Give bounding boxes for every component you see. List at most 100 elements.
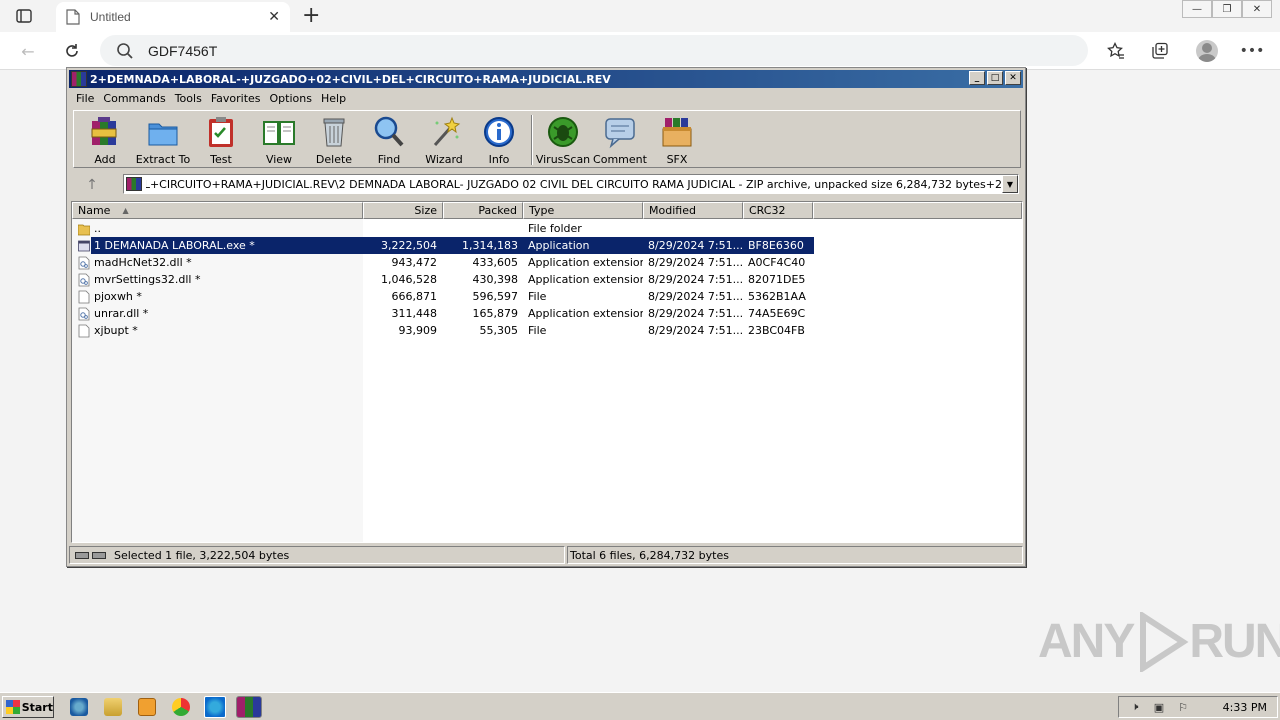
column-size[interactable]: Size — [363, 202, 443, 219]
info-button[interactable]: Info — [471, 115, 527, 167]
file-row[interactable]: xjbupt * 93,909 55,305 File 8/29/2024 7:51..… — [72, 322, 813, 339]
cell-size — [363, 220, 443, 237]
menu-tools[interactable]: Tools — [175, 92, 202, 105]
chrome-icon[interactable] — [172, 698, 190, 716]
dll-file-icon — [78, 307, 90, 320]
wizard-button[interactable]: Wizard — [416, 115, 472, 167]
search-icon — [117, 42, 133, 59]
cell-packed — [443, 220, 523, 237]
test-button[interactable]: Test — [193, 115, 249, 167]
volume-icon[interactable]: 🕨 — [1127, 700, 1143, 714]
cell-modified — [643, 220, 743, 237]
winrar-minimize-icon[interactable]: _ — [969, 71, 985, 85]
cell-crc32: BF8E6360 — [748, 239, 804, 252]
taskbar: Start 🕨 ▣ ⚐ 4:33 PM — [0, 692, 1280, 720]
file-explorer-icon[interactable] — [104, 698, 122, 716]
file-name: pjoxwh * — [94, 290, 142, 303]
cell-type: Application — [528, 239, 590, 252]
drive-status-icons — [70, 551, 110, 559]
winrar-title-bar[interactable]: 2+DEMNADA+LABORAL-+JUZGADO+02+CIVIL+DEL+… — [69, 70, 1023, 88]
browser-nav-bar: ← GDF7456T ••• — [0, 32, 1280, 70]
profile-avatar[interactable] — [1196, 40, 1218, 62]
add-button[interactable]: Add — [77, 115, 133, 167]
media-player-icon[interactable] — [138, 698, 156, 716]
wizard-label: Wizard — [425, 153, 463, 166]
winrar-close-icon[interactable]: ✕ — [1005, 71, 1021, 85]
new-tab-icon[interactable]: + — [302, 4, 320, 28]
restore-icon[interactable]: ❐ — [1212, 0, 1242, 18]
sfx-box-icon — [662, 118, 692, 147]
file-row[interactable]: unrar.dll * 311,448 165,879 Application ext… — [72, 305, 813, 322]
cell-crc32 — [743, 220, 813, 237]
comment-button[interactable]: Comment — [592, 115, 648, 167]
column-modified[interactable]: Modified — [643, 202, 743, 219]
cell-type: Application extension — [528, 307, 643, 320]
file-row[interactable]: mvrSettings32.dll * 1,046,528 430,398 Appli… — [72, 271, 813, 288]
path-dropdown-icon[interactable]: ▼ — [1002, 175, 1018, 193]
file-name: 1 DEMANADA LABORAL.exe * — [94, 239, 255, 252]
start-button[interactable]: Start — [2, 696, 54, 718]
key-icon — [91, 551, 106, 559]
file-row[interactable]: 1 DEMANADA LABORAL.exe * 3,222,504 1,314,1… — [72, 237, 814, 254]
dll-file-icon — [78, 273, 90, 286]
browser-tab[interactable]: Untitled ✕ — [56, 2, 290, 32]
trash-icon — [323, 118, 345, 147]
menu-help[interactable]: Help — [321, 92, 346, 105]
menu-favorites[interactable]: Favorites — [211, 92, 261, 105]
up-folder-icon[interactable]: ↑ — [75, 175, 109, 195]
edge-icon[interactable] — [204, 696, 226, 718]
cell-name: mvrSettings32.dll * — [72, 271, 363, 288]
comment-icon — [605, 118, 635, 149]
status-left-panel: Selected 1 file, 3,222,504 bytes — [69, 546, 565, 564]
collections-icon[interactable] — [1150, 41, 1170, 61]
favorites-star-icon[interactable] — [1106, 41, 1126, 61]
more-menu-icon[interactable]: ••• — [1240, 41, 1265, 61]
flag-icon[interactable]: ⚐ — [1175, 700, 1191, 714]
find-button[interactable]: Find — [361, 115, 417, 167]
file-row[interactable]: .. File folder — [72, 220, 813, 237]
delete-button[interactable]: Delete — [306, 115, 362, 167]
menu-commands[interactable]: Commands — [103, 92, 165, 105]
minimize-icon[interactable]: — — [1182, 0, 1212, 18]
file-name: .. — [94, 222, 101, 235]
virusscan-button[interactable]: VirusScan — [535, 115, 591, 167]
back-icon[interactable]: ← — [18, 41, 38, 61]
magic-wand-icon — [433, 116, 461, 146]
file-list: Name ▲ Size Packed Type Modified CRC32 ..… — [71, 201, 1023, 543]
file-row[interactable]: pjoxwh * 666,871 596,597 File 8/29/2024 7:51… — [72, 288, 813, 305]
network-icon[interactable]: ▣ — [1151, 700, 1167, 714]
refresh-icon[interactable] — [62, 41, 82, 61]
menu-file[interactable]: File — [76, 92, 94, 105]
address-bar[interactable]: GDF7456T — [100, 35, 1088, 66]
folder-icon — [78, 224, 90, 235]
status-right-panel: Total 6 files, 6,284,732 bytes — [567, 546, 1023, 564]
path-bar: ↑ 2+DEMNADA+LABORAL-+JUZGADO+02+CIVIL+DE… — [73, 172, 1021, 196]
extract-folder-icon — [148, 123, 178, 146]
file-name: mvrSettings32.dll * — [94, 273, 201, 286]
address-text: GDF7456T — [148, 42, 218, 59]
cell-modified: 8/29/2024 7:51... — [648, 307, 743, 320]
cell-crc32: 82071DE5 — [748, 273, 806, 286]
file-name: unrar.dll * — [94, 307, 149, 320]
column-packed[interactable]: Packed — [443, 202, 523, 219]
winrar-taskbar-icon[interactable] — [236, 696, 262, 718]
close-icon[interactable]: ✕ — [1242, 0, 1272, 18]
virus-bug-icon — [548, 117, 578, 147]
extract-to-button[interactable]: Extract To — [135, 115, 191, 167]
view-label: View — [265, 153, 293, 166]
status-selection: Selected 1 file, 3,222,504 bytes — [114, 548, 290, 562]
sfx-button[interactable]: SFX — [649, 115, 705, 167]
column-type[interactable]: Type — [523, 202, 643, 219]
menu-options[interactable]: Options — [270, 92, 312, 105]
cell-modified: 8/29/2024 7:51... — [648, 256, 743, 269]
tab-actions-icon[interactable] — [12, 6, 36, 26]
internet-explorer-icon[interactable] — [70, 698, 88, 716]
view-button[interactable]: View — [251, 115, 307, 167]
column-name[interactable]: Name ▲ — [72, 202, 363, 219]
column-crc32[interactable]: CRC32 — [743, 202, 813, 219]
file-row[interactable]: madHcNet32.dll * 943,472 433,605 Applicatio… — [72, 254, 813, 271]
path-combobox[interactable]: 2+DEMNADA+LABORAL-+JUZGADO+02+CIVIL+DEL+… — [123, 174, 1019, 194]
winrar-maximize-icon[interactable]: □ — [987, 71, 1003, 85]
drive-icon — [74, 551, 89, 559]
tab-close-icon[interactable]: ✕ — [268, 9, 280, 25]
